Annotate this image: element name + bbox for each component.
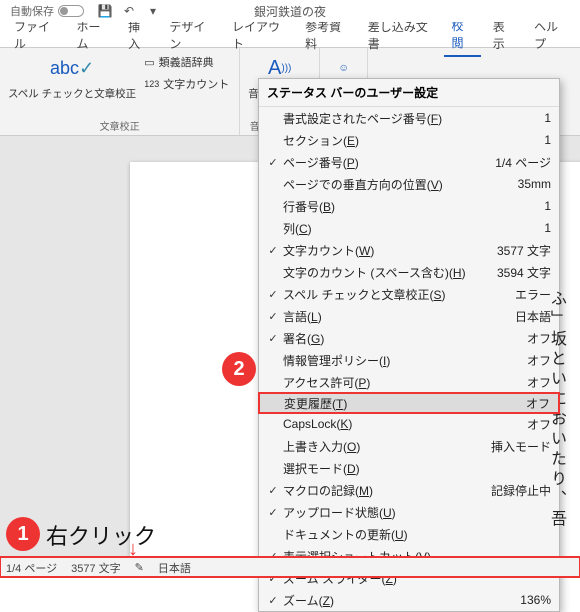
- menu-item-label: ページ番号(P): [283, 154, 481, 171]
- menu-item-label: マクロの記録(M): [283, 482, 481, 499]
- check-icon: ✓: [263, 332, 283, 345]
- autosave-toggle[interactable]: 自動保存: [10, 3, 84, 19]
- menu-item-label: アップロード状態(U): [283, 504, 481, 521]
- autosave-label: 自動保存: [10, 3, 54, 19]
- check-icon: ✓: [263, 506, 283, 519]
- context-menu-item[interactable]: ✓ズーム(Z)136%: [259, 589, 559, 611]
- menu-item-label: 文字カウント(W): [283, 242, 481, 259]
- menu-item-value: 1/4 ページ: [481, 154, 551, 171]
- check-icon: ✓: [263, 288, 283, 301]
- menu-item-value: 3577 文字: [481, 242, 551, 259]
- context-menu-item[interactable]: ✓アップロード状態(U): [259, 501, 559, 523]
- context-menu-item[interactable]: 情報管理ポリシー(I)オフ: [259, 349, 559, 371]
- status-language[interactable]: 日本語: [158, 560, 191, 576]
- document-title: 銀河鉄道の夜: [254, 3, 326, 20]
- context-menu-item[interactable]: CapsLock(K)オフ: [259, 413, 559, 435]
- menu-item-label: 行番号(B): [283, 198, 481, 215]
- spellcheck-icon: abc✓: [56, 52, 88, 84]
- menu-item-label: ズーム(Z): [283, 592, 481, 609]
- context-menu-item[interactable]: 選択モード(D): [259, 457, 559, 479]
- callout-1-badge: 1: [6, 517, 40, 551]
- menu-item-value: 1: [481, 111, 551, 125]
- callout-2-badge: 2: [222, 352, 256, 386]
- menu-item-label: CapsLock(K): [283, 417, 481, 431]
- check-icon: ✓: [263, 594, 283, 607]
- status-proof-icon[interactable]: ✎: [135, 561, 144, 574]
- check-icon: ✓: [263, 156, 283, 169]
- ribbon-group-proofing: abc✓ スペル チェックと文章校正 ▭類義語辞典 123文字カウント 文章校正: [0, 48, 240, 135]
- save-icon[interactable]: 💾: [96, 2, 114, 20]
- menu-item-label: 変更履歴(T): [284, 395, 480, 412]
- menu-item-value: 35mm: [481, 177, 551, 191]
- quick-access-toolbar: 💾 ↶ ▾: [96, 2, 162, 20]
- book-icon: ▭: [144, 56, 154, 69]
- context-menu-title: ステータス バーのユーザー設定: [259, 79, 559, 107]
- thesaurus-button[interactable]: ▭類義語辞典: [142, 52, 231, 72]
- menu-item-label: 署名(G): [283, 330, 481, 347]
- undo-icon[interactable]: ↶: [120, 2, 138, 20]
- menu-item-value: 1: [481, 133, 551, 147]
- statusbar-context-menu: ステータス バーのユーザー設定 書式設定されたページ番号(F)1セクション(E)…: [258, 78, 560, 612]
- menu-item-label: スペル チェックと文章校正(S): [283, 286, 481, 303]
- toggle-off-icon[interactable]: [58, 5, 84, 17]
- group-label-proofing: 文章校正: [100, 116, 140, 133]
- check-icon: ✓: [263, 484, 283, 497]
- menu-item-label: 言語(L): [283, 308, 481, 325]
- qat-dropdown-icon[interactable]: ▾: [144, 2, 162, 20]
- title-bar: 自動保存 💾 ↶ ▾ 銀河鉄道の夜: [0, 0, 580, 22]
- menu-item-label: セクション(E): [283, 132, 481, 149]
- status-wordcount[interactable]: 3577 文字: [71, 560, 121, 576]
- context-menu-item[interactable]: ドキュメントの更新(U): [259, 523, 559, 545]
- context-menu-item[interactable]: アクセス許可(P)オフ: [259, 371, 559, 393]
- context-menu-item[interactable]: 列(C)1: [259, 217, 559, 239]
- wordcount-button[interactable]: 123文字カウント: [142, 74, 231, 94]
- menu-item-value: 3594 文字: [481, 264, 551, 281]
- menu-item-label: 文字のカウント (スペース含む)(H): [283, 264, 481, 281]
- arrow-down-icon: ↓: [128, 538, 138, 561]
- check-icon: ✓: [263, 244, 283, 257]
- context-menu-item[interactable]: セクション(E)1: [259, 129, 559, 151]
- menu-item-value: 136%: [481, 593, 551, 607]
- status-page[interactable]: 1/4 ページ: [6, 560, 57, 576]
- context-menu-item[interactable]: ページでの垂直方向の位置(V)35mm: [259, 173, 559, 195]
- context-menu-item[interactable]: 上書き入力(O)挿入モード: [259, 435, 559, 457]
- context-menu-item[interactable]: 変更履歴(T)オフ: [258, 392, 560, 414]
- status-bar[interactable]: 1/4 ページ 3577 文字 ✎ 日本語: [0, 557, 580, 577]
- context-menu-item[interactable]: ✓言語(L)日本語: [259, 305, 559, 327]
- menu-item-value: オフ: [480, 395, 550, 412]
- menu-item-label: 列(C): [283, 220, 481, 237]
- check-icon: ✓: [263, 310, 283, 323]
- context-menu-item[interactable]: ✓ページ番号(P)1/4 ページ: [259, 151, 559, 173]
- context-menu-item[interactable]: ✓マクロの記録(M)記録停止中: [259, 479, 559, 501]
- context-menu-item[interactable]: ✓スペル チェックと文章校正(S)エラー: [259, 283, 559, 305]
- menu-item-label: ページでの垂直方向の位置(V): [283, 176, 481, 193]
- spellcheck-button[interactable]: abc✓ スペル チェックと文章校正: [8, 52, 136, 101]
- count-icon: 123: [144, 79, 159, 89]
- context-menu-item[interactable]: ✓文字カウント(W)3577 文字: [259, 239, 559, 261]
- menu-item-label: アクセス許可(P): [283, 374, 481, 391]
- menu-item-label: 選択モード(D): [283, 460, 481, 477]
- context-menu-item[interactable]: ✓署名(G)オフ: [259, 327, 559, 349]
- menu-item-label: ドキュメントの更新(U): [283, 526, 481, 543]
- callout-1-text: 右クリック: [46, 519, 156, 551]
- menu-item-value: 1: [481, 221, 551, 235]
- context-menu-item[interactable]: 文字のカウント (スペース含む)(H)3594 文字: [259, 261, 559, 283]
- context-menu-item[interactable]: 書式設定されたページ番号(F)1: [259, 107, 559, 129]
- menu-item-label: 上書き入力(O): [283, 438, 481, 455]
- menu-item-label: 書式設定されたページ番号(F): [283, 110, 481, 127]
- menu-item-label: 情報管理ポリシー(I): [283, 352, 481, 369]
- ribbon-tabs: ファイル ホーム 挿入 デザイン レイアウト 参考資料 差し込み文書 校閲 表示…: [0, 22, 580, 48]
- menu-item-value: 1: [481, 199, 551, 213]
- context-menu-item[interactable]: 行番号(B)1: [259, 195, 559, 217]
